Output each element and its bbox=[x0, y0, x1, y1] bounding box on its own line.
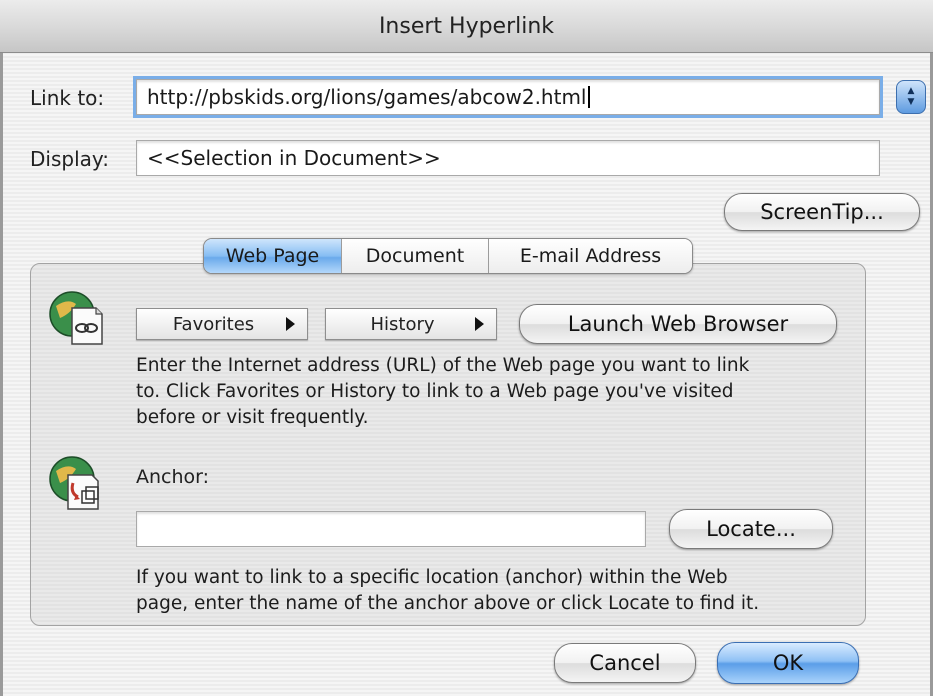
triangle-right-icon bbox=[475, 317, 484, 331]
stepper-up-icon[interactable]: ▲ bbox=[908, 86, 915, 97]
locate-button[interactable]: Locate... bbox=[669, 509, 833, 549]
globe-anchor-icon bbox=[46, 453, 106, 513]
display-value: <<Selection in Document>> bbox=[147, 146, 441, 170]
link-to-field[interactable]: http://pbskids.org/lions/games/abcow2.ht… bbox=[133, 76, 883, 118]
history-button[interactable]: History bbox=[325, 308, 497, 340]
tab-email-address[interactable]: E-mail Address bbox=[489, 239, 692, 273]
anchor-help-line: If you want to link to a specific locati… bbox=[136, 567, 728, 588]
anchor-help-text: If you want to link to a specific locati… bbox=[136, 565, 759, 617]
screentip-button[interactable]: ScreenTip... bbox=[724, 193, 920, 231]
link-to-label: Link to: bbox=[30, 86, 105, 110]
title-bar: Insert Hyperlink bbox=[0, 0, 933, 53]
ok-button[interactable]: OK bbox=[717, 642, 859, 684]
window-left-edge bbox=[0, 0, 3, 696]
favorites-label: Favorites bbox=[172, 313, 255, 335]
text-caret bbox=[587, 86, 590, 108]
link-type-tabs: Web Page Document E-mail Address bbox=[203, 238, 693, 274]
window-title: Insert Hyperlink bbox=[378, 13, 555, 39]
display-field[interactable]: <<Selection in Document>> bbox=[136, 140, 880, 176]
anchor-field[interactable] bbox=[136, 511, 646, 547]
anchor-label: Anchor: bbox=[136, 466, 210, 488]
display-label: Display: bbox=[30, 147, 110, 171]
triangle-right-icon bbox=[286, 317, 295, 331]
url-help-line: before or visit frequently. bbox=[136, 407, 369, 428]
url-help-text: Enter the Internet address (URL) of the … bbox=[136, 353, 749, 431]
tab-web-page[interactable]: Web Page bbox=[204, 239, 342, 273]
url-help-line: to. Click Favorites or History to link t… bbox=[136, 381, 734, 402]
link-to-value: http://pbskids.org/lions/games/abcow2.ht… bbox=[147, 85, 587, 109]
favorites-button[interactable]: Favorites bbox=[136, 308, 308, 340]
history-label: History bbox=[370, 313, 435, 335]
stepper-down-icon[interactable]: ▼ bbox=[908, 97, 915, 108]
launch-web-browser-button[interactable]: Launch Web Browser bbox=[519, 304, 837, 344]
cancel-button[interactable]: Cancel bbox=[554, 643, 696, 683]
anchor-help-line: page, enter the name of the anchor above… bbox=[136, 593, 760, 614]
stepper-icon[interactable]: ▲ ▼ bbox=[896, 80, 926, 114]
globe-link-icon bbox=[46, 288, 106, 348]
url-help-line: Enter the Internet address (URL) of the … bbox=[136, 355, 750, 376]
tab-document[interactable]: Document bbox=[342, 239, 489, 273]
